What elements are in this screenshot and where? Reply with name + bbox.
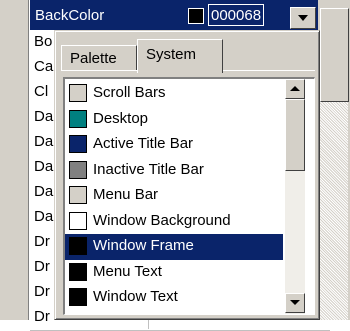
property-name: Bo: [34, 33, 53, 50]
triangle-up-icon: [290, 86, 300, 91]
color-item-label: Desktop: [93, 109, 149, 127]
color-list-scroll-thumb[interactable]: [285, 99, 305, 171]
color-item-label: Menu Bar: [93, 186, 159, 203]
color-list-scrollbar[interactable]: [285, 79, 305, 314]
backcolor-label: BackColor: [35, 7, 105, 24]
scroll-down-button[interactable]: [285, 293, 305, 313]
backcolor-value-field[interactable]: 000068: [208, 4, 265, 26]
color-item-label: Inactive Title Bar: [93, 160, 204, 178]
property-name: Dr: [34, 233, 50, 250]
color-item[interactable]: Window Text: [65, 285, 283, 311]
color-item-label: Active Title Bar: [93, 135, 194, 152]
color-swatch: [69, 262, 87, 281]
color-item[interactable]: Window Frame: [65, 234, 283, 260]
color-item[interactable]: Menu Bar: [65, 183, 283, 209]
backcolor-swatch: [188, 8, 204, 24]
property-name: Dr: [34, 283, 50, 300]
property-name: Cl: [34, 83, 49, 100]
color-item-label: Window Text: [93, 288, 178, 305]
property-name: Da: [34, 108, 54, 125]
color-item-label: Window Frame: [93, 237, 194, 254]
property-grid-scrollbar[interactable]: [318, 0, 350, 320]
property-grid-scroll-track[interactable]: [320, 102, 348, 320]
system-color-list[interactable]: Scroll Bars Desktop Active Title Bar Inacti…: [63, 77, 315, 315]
color-item[interactable]: Active Title Bar: [65, 132, 283, 158]
color-swatch: [69, 186, 87, 204]
color-swatch: [69, 109, 87, 128]
color-dropdown-button[interactable]: [290, 7, 316, 29]
tab-system[interactable]: System: [137, 39, 223, 73]
color-swatch: [69, 135, 87, 153]
color-item[interactable]: Menu Text: [65, 260, 283, 286]
color-swatch: [69, 84, 87, 102]
color-item-label: Menu Text: [93, 262, 162, 280]
tab-palette[interactable]: Palette: [61, 45, 137, 71]
color-swatch: [69, 237, 87, 255]
backcolor-row[interactable]: BackColor 000068: [30, 0, 318, 30]
chevron-down-icon: [298, 15, 308, 21]
color-swatch: [69, 288, 87, 306]
property-name: Dr: [34, 308, 50, 325]
color-item[interactable]: Inactive Title Bar: [65, 158, 283, 184]
color-item-label: Window Background: [93, 211, 231, 229]
property-name: Da: [34, 208, 54, 225]
triangle-down-icon: [290, 300, 300, 305]
color-items: Scroll Bars Desktop Active Title Bar Inacti…: [65, 81, 283, 311]
color-item[interactable]: Window Background: [65, 209, 283, 235]
color-swatch: [69, 211, 87, 230]
color-item-label: Scroll Bars: [93, 84, 166, 101]
property-name: Da: [34, 183, 54, 200]
scroll-up-button[interactable]: [285, 79, 305, 99]
color-swatch: [69, 160, 87, 179]
property-name: Dr: [34, 258, 50, 275]
property-name: Da: [34, 133, 54, 150]
property-window-border: [28, 0, 29, 320]
property-name: Da: [34, 158, 54, 175]
color-item[interactable]: Desktop: [65, 107, 283, 133]
color-item[interactable]: Scroll Bars: [65, 81, 283, 107]
color-picker-popup: Palette System Scroll Bars Desktop Active …: [54, 30, 320, 320]
property-grid-scroll-thumb[interactable]: [320, 8, 349, 102]
property-window-edge: [0, 0, 28, 320]
property-name: Ca: [34, 58, 54, 75]
